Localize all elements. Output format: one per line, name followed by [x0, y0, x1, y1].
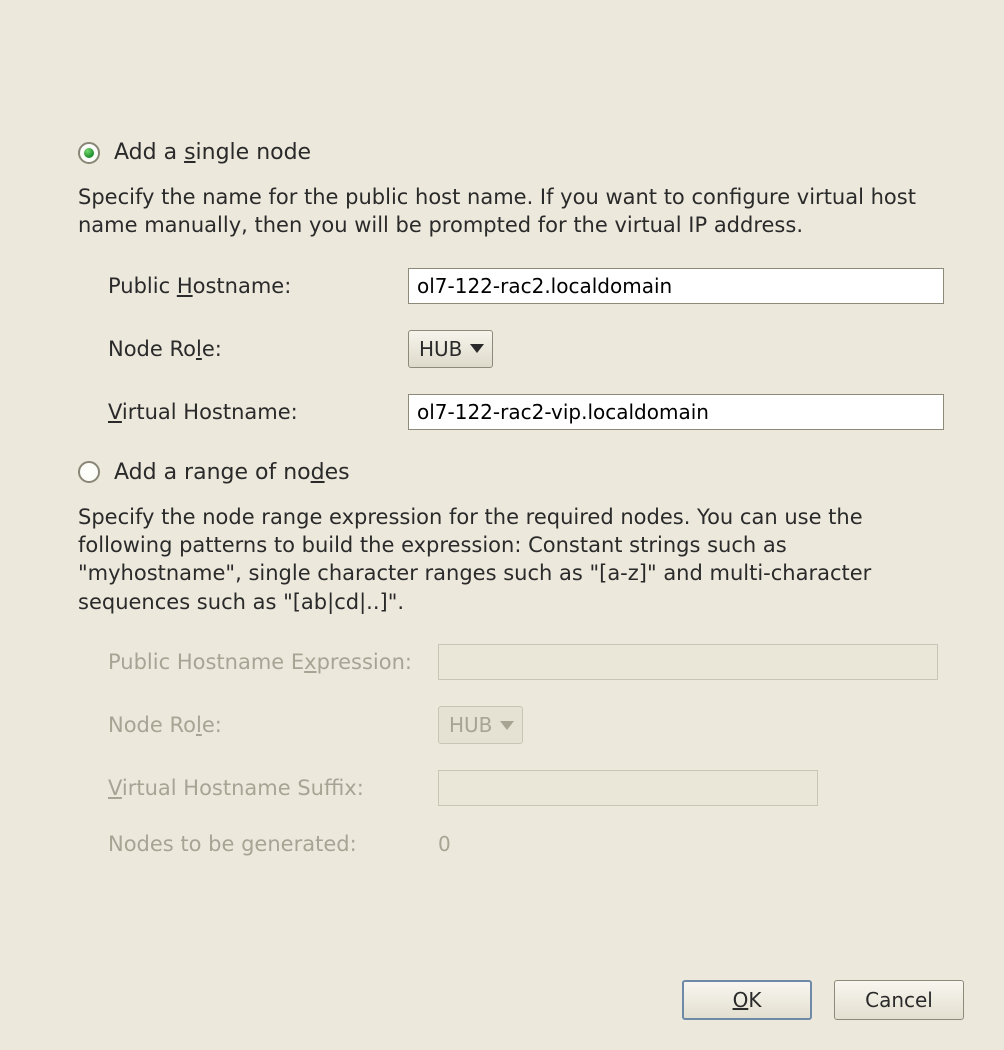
range-nodes-description: Specify the node range expression for th…	[78, 503, 944, 616]
public-hostname-expression-row: Public Hostname Expression:	[108, 644, 944, 680]
single-node-form: Public Hostname: Node Role: HUB Virtual …	[108, 268, 944, 430]
radio-add-single-node[interactable]: Add a single node	[78, 140, 944, 165]
range-nodes-form: Public Hostname Expression: Node Role: H…	[108, 644, 944, 856]
public-hostname-input[interactable]	[408, 268, 944, 304]
virtual-hostname-row: Virtual Hostname:	[108, 394, 944, 430]
virtual-hostname-suffix-label: Virtual Hostname Suffix:	[108, 776, 438, 800]
nodes-generated-value: 0	[438, 832, 451, 856]
chevron-down-icon	[470, 344, 484, 353]
dialog-button-bar: OK Cancel	[682, 980, 964, 1020]
radio-add-single-node-label: Add a single node	[114, 140, 311, 165]
radio-add-range-nodes[interactable]: Add a range of nodes	[78, 460, 944, 485]
virtual-hostname-input[interactable]	[408, 394, 944, 430]
virtual-hostname-label: Virtual Hostname:	[108, 400, 408, 424]
node-role-value: HUB	[419, 337, 462, 361]
public-hostname-label: Public Hostname:	[108, 274, 408, 298]
single-node-description: Specify the name for the public host nam…	[78, 183, 944, 240]
virtual-hostname-suffix-input	[438, 770, 818, 806]
nodes-generated-label: Nodes to be generated:	[108, 832, 438, 856]
range-node-role-select: HUB	[438, 706, 523, 744]
range-node-role-value: HUB	[449, 713, 492, 737]
public-hostname-row: Public Hostname:	[108, 268, 944, 304]
radio-icon	[78, 461, 100, 483]
add-node-dialog: Add a single node Specify the name for t…	[0, 0, 1004, 1050]
public-hostname-expression-label: Public Hostname Expression:	[108, 650, 438, 674]
radio-add-range-nodes-label: Add a range of nodes	[114, 460, 350, 485]
node-role-label: Node Role:	[108, 337, 408, 361]
ok-button[interactable]: OK	[682, 980, 812, 1020]
node-role-select[interactable]: HUB	[408, 330, 493, 368]
range-node-role-label: Node Role:	[108, 713, 438, 737]
range-node-role-row: Node Role: HUB	[108, 706, 944, 744]
node-role-row: Node Role: HUB	[108, 330, 944, 368]
public-hostname-expression-input	[438, 644, 938, 680]
cancel-button[interactable]: Cancel	[834, 980, 964, 1020]
nodes-generated-row: Nodes to be generated: 0	[108, 832, 944, 856]
radio-icon	[78, 142, 100, 164]
chevron-down-icon	[500, 721, 514, 730]
virtual-hostname-suffix-row: Virtual Hostname Suffix:	[108, 770, 944, 806]
